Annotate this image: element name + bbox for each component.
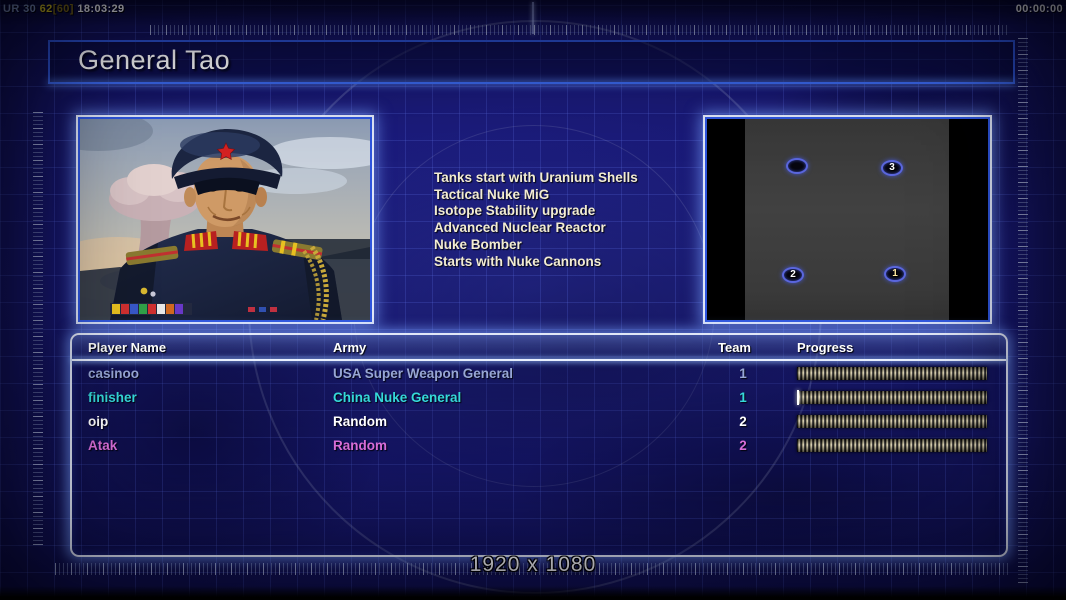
player-row: casinoo USA Super Weapon General 1	[72, 362, 1006, 386]
chest-pins	[248, 307, 277, 312]
perk-line: Tactical Nuke MiG	[434, 186, 550, 202]
general-perk-list: Tanks start with Uranium Shells Tactical …	[434, 170, 724, 270]
ruler-right	[1018, 36, 1028, 583]
player-army: Random	[333, 438, 387, 453]
player-army: USA Super Weapon General	[333, 366, 514, 381]
player-name: oip	[88, 414, 109, 429]
start-position-marker	[786, 158, 808, 174]
player-row: Atak Random 2	[72, 434, 1006, 458]
loading-screen: UR 30 62[60] 18:03:29 00:00:00 General T…	[0, 0, 1066, 600]
title-panel: General Tao	[48, 40, 1015, 84]
resolution-label: 1920 x 1080	[469, 553, 597, 576]
perk-line: Nuke Bomber	[434, 236, 522, 252]
perk-line: Advanced Nuclear Reactor	[434, 220, 606, 236]
map-preview: 3 2 1	[705, 117, 990, 322]
player-table-header: Player Name Army Team Progress	[72, 335, 1006, 359]
fps-cap: [60]	[52, 3, 74, 15]
player-progress-bar	[797, 367, 987, 380]
header-separator	[72, 359, 1006, 361]
start-position-number: 3	[889, 162, 895, 173]
player-team: 1	[739, 366, 747, 381]
column-header-team: Team	[718, 340, 751, 355]
portrait-illustration	[80, 119, 370, 320]
player-army: Random	[333, 414, 387, 429]
player-name: finisher	[88, 390, 137, 405]
column-header-army: Army	[333, 340, 367, 355]
clock-text: 18:03:29	[77, 3, 125, 15]
status-bar: UR 30 62[60] 18:03:29 00:00:00	[0, 0, 1066, 18]
progress-fill	[797, 415, 987, 428]
progress-cursor	[797, 390, 799, 405]
meta-label: UR 30	[3, 3, 37, 15]
player-row: oip Random 2	[72, 410, 1006, 434]
player-name: casinoo	[88, 366, 140, 381]
player-progress-bar	[797, 439, 987, 452]
perk-line: Tanks start with Uranium Shells	[434, 170, 638, 185]
progress-fill	[797, 439, 987, 452]
ruler-top	[150, 25, 1008, 35]
perk-line: Starts with Nuke Cannons	[434, 253, 602, 269]
progress-fill	[797, 391, 987, 404]
player-team: 2	[739, 414, 747, 429]
perk-line: Isotope Stability upgrade	[434, 203, 596, 219]
fps-value: 62	[39, 3, 53, 15]
page-title: General Tao	[78, 45, 231, 75]
player-row: finisher China Nuke General 1	[72, 386, 1006, 410]
player-team: 2	[739, 438, 747, 453]
bottom-shade	[0, 586, 1066, 600]
player-name: Atak	[88, 438, 118, 453]
start-position-marker: 1	[884, 266, 906, 282]
player-team: 1	[739, 390, 747, 405]
start-position-number: 1	[892, 268, 898, 279]
progress-fill	[797, 367, 987, 380]
start-position-number: 2	[790, 269, 796, 280]
player-table: Player Name Army Team Progress casinoo U…	[70, 333, 1008, 557]
player-progress-bar	[797, 390, 987, 405]
player-rows: casinoo USA Super Weapon General 1 finis…	[72, 362, 1006, 458]
ribbon-bar	[110, 303, 192, 315]
column-header-player-name: Player Name	[88, 340, 167, 355]
player-progress-bar	[797, 415, 987, 428]
map-terrain	[745, 119, 949, 320]
general-portrait	[78, 117, 372, 322]
game-timer: 00:00:00	[1015, 3, 1063, 15]
player-army: China Nuke General	[333, 390, 462, 405]
start-position-marker: 2	[782, 267, 804, 283]
ruler-left	[33, 112, 43, 545]
debug-stats: UR 30 62[60] 18:03:29	[3, 1, 125, 17]
start-position-marker: 3	[881, 160, 903, 176]
column-header-progress: Progress	[797, 340, 854, 355]
